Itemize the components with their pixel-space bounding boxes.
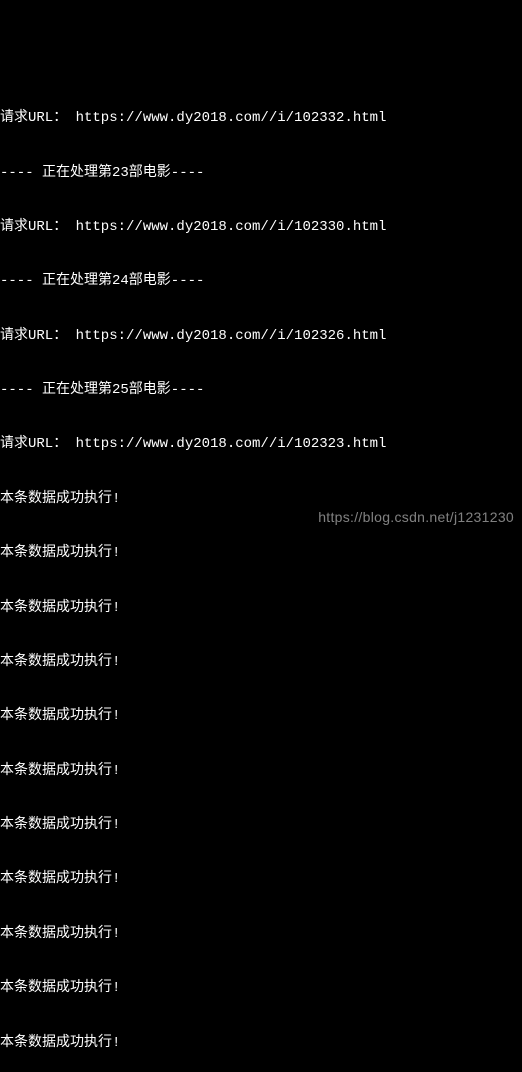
output-line: 请求URL： https://www.dy2018.com//i/102323.… — [0, 435, 522, 453]
output-line: 本条数据成功执行! — [0, 816, 522, 834]
output-line: 本条数据成功执行! — [0, 870, 522, 888]
output-line: ---- 正在处理第25部电影---- — [0, 381, 522, 399]
terminal-output: 请求URL： https://www.dy2018.com//i/102332.… — [0, 73, 522, 1072]
output-line: 本条数据成功执行! — [0, 762, 522, 780]
output-line: 本条数据成功执行! — [0, 1034, 522, 1052]
output-line: 本条数据成功执行! — [0, 490, 522, 508]
output-line: 本条数据成功执行! — [0, 599, 522, 617]
output-line: 请求URL： https://www.dy2018.com//i/102332.… — [0, 109, 522, 127]
output-line: 请求URL： https://www.dy2018.com//i/102330.… — [0, 218, 522, 236]
output-line: 请求URL： https://www.dy2018.com//i/102326.… — [0, 327, 522, 345]
output-line: 本条数据成功执行! — [0, 707, 522, 725]
output-line: ---- 正在处理第24部电影---- — [0, 272, 522, 290]
output-line: 本条数据成功执行! — [0, 925, 522, 943]
output-line: 本条数据成功执行! — [0, 544, 522, 562]
output-line: 本条数据成功执行! — [0, 653, 522, 671]
output-line: ---- 正在处理第23部电影---- — [0, 164, 522, 182]
watermark-text: https://blog.csdn.net/j1231230 — [318, 508, 514, 526]
output-line: 本条数据成功执行! — [0, 979, 522, 997]
